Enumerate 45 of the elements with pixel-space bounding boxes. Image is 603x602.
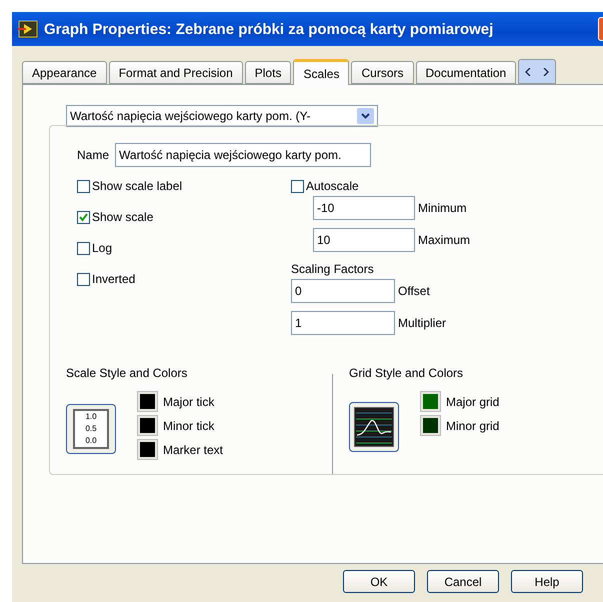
color-swatch[interactable]	[138, 392, 157, 411]
dialog-button[interactable]: OK	[343, 570, 415, 593]
color-swatch[interactable]	[421, 392, 440, 411]
color-swatch[interactable]	[138, 416, 157, 435]
app-icon	[18, 20, 38, 38]
checkbox[interactable]: Show scale	[77, 210, 291, 224]
tab[interactable]: Scales	[293, 59, 350, 85]
color-label: Minor grid	[446, 418, 500, 432]
checkmark-icon	[78, 212, 89, 222]
color-label: Marker text	[163, 442, 224, 456]
checkbox[interactable]: Inverted	[77, 272, 291, 286]
tab[interactable]: Plots	[244, 61, 292, 84]
color-label: Major tick	[163, 394, 214, 408]
color-label: Major grid	[446, 394, 500, 408]
field-label: Minimum	[418, 201, 467, 215]
checkbox[interactable]: Log	[77, 241, 291, 255]
field-label: Multiplier	[398, 316, 446, 330]
range-field[interactable]: -10	[313, 196, 415, 220]
tab[interactable]: Documentation	[416, 61, 516, 84]
tab-scroll-buttons[interactable]	[518, 59, 556, 84]
tab[interactable]: Cursors	[351, 61, 414, 84]
dialog-button[interactable]: Help	[511, 570, 583, 593]
factor-field[interactable]: 1	[291, 311, 395, 335]
range-field[interactable]: 10	[313, 228, 415, 252]
scaling-factors-label: Scaling Factors	[291, 262, 374, 276]
color-label: Minor tick	[163, 418, 214, 432]
name-field[interactable]: Wartość napięcia wejściowego karty pom.	[115, 143, 372, 167]
window-title: Graph Properties: Zebrane próbki za pomocą karty pomiarowej	[44, 20, 494, 38]
chevron-down-icon	[361, 113, 370, 119]
name-label: Name	[77, 148, 110, 162]
field-label: Offset	[398, 284, 430, 298]
field-label: Maximum	[418, 233, 470, 247]
tab[interactable]: Format and Precision	[108, 61, 243, 84]
checkbox[interactable]: Autoscale	[291, 179, 470, 193]
factor-field[interactable]: 0	[291, 279, 395, 303]
grid-style-button[interactable]	[349, 402, 399, 452]
section-title: Scale Style and Colors	[64, 366, 190, 380]
color-swatch[interactable]	[421, 416, 440, 435]
section-title: Grid Style and Colors	[347, 366, 466, 380]
checkbox[interactable]: Show scale label	[77, 179, 291, 193]
dialog-button[interactable]: Cancel	[427, 570, 499, 593]
scale-style-button[interactable]: 1.0 0.5 0.0	[66, 404, 116, 454]
color-swatch[interactable]	[138, 440, 157, 459]
tab[interactable]: Appearance	[22, 61, 107, 84]
axis-dropdown[interactable]: Wartość napięcia wejściowego karty pom. (Y-	[66, 105, 378, 127]
